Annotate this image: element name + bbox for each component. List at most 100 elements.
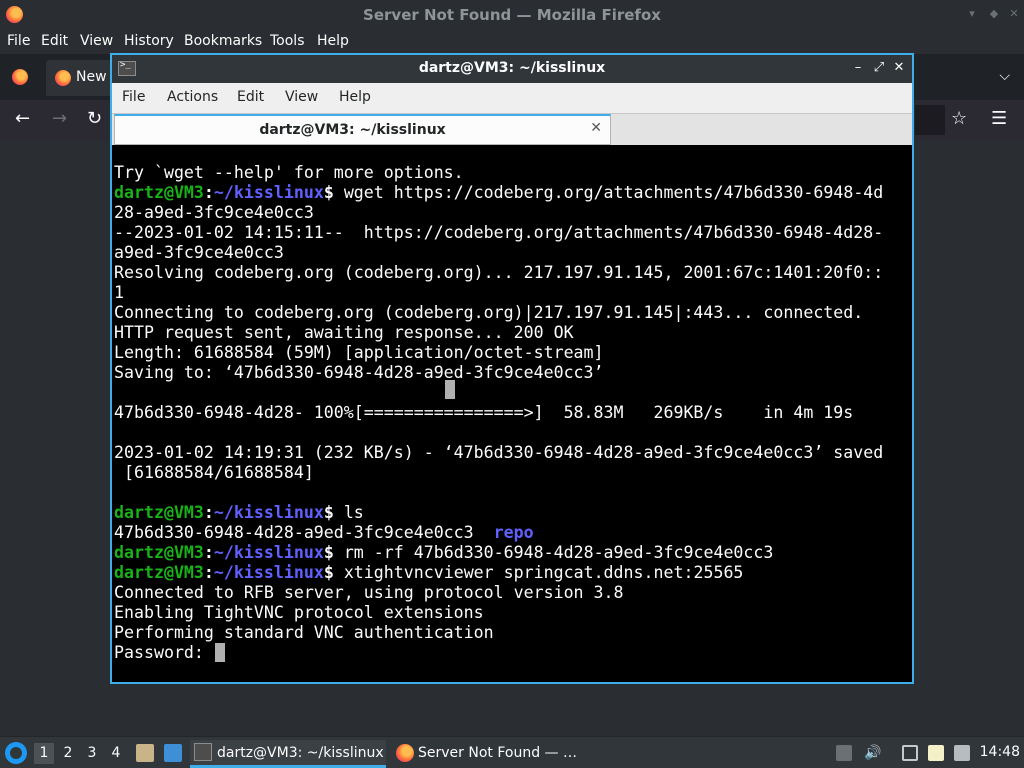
file-manager-icon[interactable]	[136, 744, 154, 762]
task-firefox[interactable]: Server Not Found — …	[392, 740, 582, 768]
terminal-tabbar: dartz@VM3: ~/kisslinux ✕	[112, 113, 912, 145]
firefox-view-icon[interactable]	[12, 69, 28, 85]
terminal-command-line: dartz@VM3:~/kisslinux$ rm -rf 47b6d330-6…	[114, 543, 773, 563]
output-text: [61688584/61688584]	[114, 463, 314, 482]
menu-view[interactable]: View	[285, 89, 318, 105]
terminal-output-line: --2023-01-02 14:15:11-- https://codeberg…	[114, 223, 883, 243]
command-text: xtightvncviewer springcat.ddns.net:25565	[343, 563, 744, 582]
menu-file[interactable]: File	[7, 33, 30, 49]
prompt-separator: :	[203, 543, 214, 562]
close-icon[interactable]: ✕	[1008, 8, 1020, 20]
minimize-icon[interactable]: ▾	[966, 8, 978, 20]
terminal-window: dartz@VM3: ~/kisslinux – ⤢ ✕ File Action…	[110, 53, 914, 684]
ls-file-entry: 47b6d330-6948-4d28-a9ed-3fc9ce4e0cc3	[114, 523, 474, 542]
forward-icon[interactable]: →	[52, 109, 67, 129]
volume-icon[interactable]: 🔊	[864, 745, 881, 761]
app-menu-icon[interactable]: ☰	[991, 109, 1007, 129]
prompt-symbol: $	[323, 183, 344, 202]
terminal-output-line: Password:	[114, 643, 214, 663]
output-text: HTTP request sent, awaiting response... …	[114, 323, 574, 342]
close-icon[interactable]: ✕	[891, 59, 907, 77]
menu-tools[interactable]: Tools	[270, 33, 305, 49]
desktop-4-button[interactable]: 4	[106, 743, 126, 764]
terminal-output-line: HTTP request sent, awaiting response... …	[114, 323, 574, 343]
menu-edit[interactable]: Edit	[237, 89, 264, 105]
desktop-1-button[interactable]: 1	[34, 743, 54, 764]
output-text: Saving to: ‘47b6d330-6948-4d28-a9ed-3fc9…	[114, 363, 604, 382]
task-terminal[interactable]: dartz@VM3: ~/kisslinux	[190, 740, 386, 768]
prompt-symbol: $	[323, 503, 344, 522]
firefox-window-title: Server Not Found — Mozilla Firefox	[363, 6, 661, 24]
clipboard-icon[interactable]	[836, 745, 852, 761]
tab-new[interactable]: New	[46, 60, 116, 96]
terminal-output-line: a9ed-3fc9ce4e0cc3	[114, 243, 284, 263]
menu-actions[interactable]: Actions	[167, 89, 218, 105]
terminal-output-line: 1	[114, 283, 124, 303]
terminal-output[interactable]: Try `wget --help' for more options. dartz…	[114, 145, 910, 682]
terminal-output-line: Length: 61688584 (59M) [application/octe…	[114, 343, 604, 363]
clock[interactable]: 14:48	[980, 744, 1020, 760]
show-desktop-icon[interactable]	[164, 744, 182, 762]
terminal-output-line: [61688584/61688584]	[114, 463, 314, 483]
output-text: Password:	[114, 643, 214, 662]
terminal-menubar: File Actions Edit View Help	[112, 83, 912, 113]
menu-file[interactable]: File	[122, 89, 145, 105]
maximize-icon[interactable]: ⤢	[871, 59, 887, 77]
terminal-icon	[194, 743, 212, 761]
prompt-user-host: dartz@VM3	[114, 563, 204, 582]
output-text: --2023-01-02 14:15:11-- https://codeberg…	[114, 223, 884, 242]
firefox-menubar: File Edit View History Bookmarks Tools H…	[0, 29, 1024, 54]
menu-view[interactable]: View	[80, 33, 113, 49]
url-bar[interactable]	[915, 105, 945, 135]
terminal-output-line: Connected to RFB server, using protocol …	[114, 583, 624, 603]
menu-help[interactable]: Help	[339, 89, 371, 105]
maximize-icon[interactable]: ◆	[988, 8, 1000, 20]
output-text: 28-a9ed-3fc9ce4e0cc3	[114, 203, 314, 222]
output-text: Resolving codeberg.org (codeberg.org)...…	[114, 263, 884, 282]
desktop-2-button[interactable]: 2	[58, 743, 78, 764]
ls-gap	[474, 523, 494, 542]
reload-icon[interactable]: ↻	[87, 109, 102, 129]
application-launcher-icon[interactable]	[5, 742, 27, 764]
firefox-icon	[396, 744, 414, 762]
menu-help[interactable]: Help	[317, 33, 349, 49]
prompt-user-host: dartz@VM3	[114, 543, 204, 562]
back-icon[interactable]: ←	[15, 109, 30, 129]
output-text: 1	[114, 283, 124, 302]
taskbar: 1 2 3 4 dartz@VM3: ~/kisslinux Server No…	[0, 736, 1024, 768]
output-text: Connected to RFB server, using protocol …	[114, 583, 624, 602]
ls-directory-entry: repo	[493, 523, 534, 542]
network-icon[interactable]	[902, 745, 918, 761]
minimize-icon[interactable]: –	[850, 59, 866, 77]
prompt-symbol: $	[323, 563, 344, 582]
command-text: rm -rf 47b6d330-6948-4d28-a9ed-3fc9ce4e0…	[343, 543, 774, 562]
output-text: Performing standard VNC authentication	[114, 623, 494, 642]
output-text: Enabling TightVNC protocol extensions	[114, 603, 484, 622]
terminal-tab-label: dartz@VM3: ~/kisslinux	[259, 122, 446, 138]
terminal-titlebar[interactable]: dartz@VM3: ~/kisslinux – ⤢ ✕	[112, 55, 912, 83]
menu-edit[interactable]: Edit	[41, 33, 68, 49]
menu-bookmarks[interactable]: Bookmarks	[184, 33, 262, 49]
notifications-icon[interactable]	[954, 745, 970, 761]
prompt-user-host: dartz@VM3	[114, 503, 204, 522]
firefox-tab-icon	[55, 70, 71, 86]
notes-icon[interactable]	[928, 745, 944, 761]
bookmark-star-icon[interactable]: ☆	[951, 109, 967, 129]
output-text: a9ed-3fc9ce4e0cc3	[114, 243, 284, 262]
terminal-command-line: dartz@VM3:~/kisslinux$ wget https://code…	[114, 183, 883, 203]
command-text: wget https://codeberg.org/attachments/47…	[343, 183, 884, 202]
task-label: dartz@VM3: ~/kisslinux	[217, 745, 384, 761]
menu-history[interactable]: History	[124, 33, 174, 49]
terminal-command-line: dartz@VM3:~/kisslinux$ xtightvncviewer s…	[114, 563, 743, 583]
output-text: 47b6d330-6948-4d28- 100%[===============…	[114, 403, 854, 422]
prompt-separator: :	[203, 503, 214, 522]
terminal-tab[interactable]: dartz@VM3: ~/kisslinux ✕	[114, 114, 611, 145]
list-all-tabs-icon[interactable]: ⌵	[999, 68, 1010, 84]
mouse-text-cursor	[445, 380, 455, 399]
firefox-titlebar[interactable]: Server Not Found — Mozilla Firefox ▾ ◆ ✕	[0, 0, 1024, 29]
desktop-3-button[interactable]: 3	[82, 743, 102, 764]
terminal-output-line: 47b6d330-6948-4d28- 100%[===============…	[114, 403, 853, 423]
task-label: Server Not Found — …	[418, 745, 577, 761]
close-tab-icon[interactable]: ✕	[590, 120, 602, 136]
command-text: ls	[343, 503, 364, 522]
